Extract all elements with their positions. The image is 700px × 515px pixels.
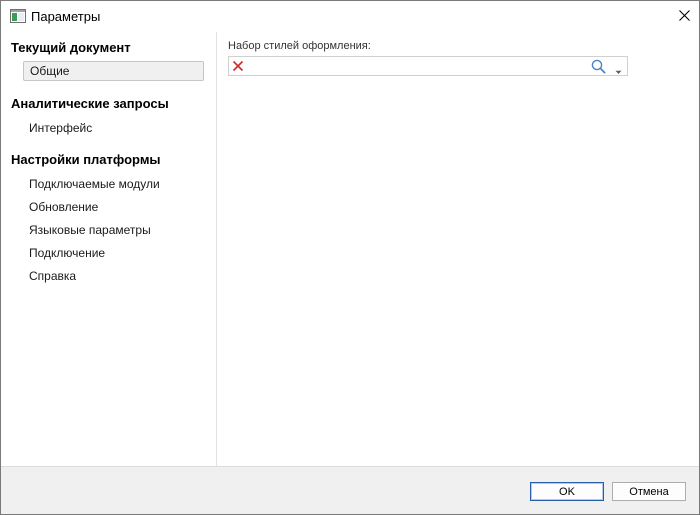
nav-item-language-settings[interactable]: Языковые параметры [23, 220, 204, 240]
search-icon[interactable] [591, 59, 606, 74]
settings-content: Набор стилей оформления: [217, 32, 699, 466]
close-icon [678, 9, 690, 24]
app-window-icon [10, 9, 26, 23]
title-bar: Параметры [1, 1, 699, 32]
cancel-button[interactable]: Отмена [612, 482, 686, 501]
close-button[interactable] [669, 1, 699, 32]
nav-item-update[interactable]: Обновление [23, 197, 204, 217]
style-set-label: Набор стилей оформления: [228, 40, 371, 52]
clear-value-icon[interactable] [232, 60, 244, 72]
section-header-platform-settings: Настройки платформы [11, 152, 161, 167]
section-header-analytic-queries: Аналитические запросы [11, 96, 169, 111]
chevron-down-icon[interactable] [615, 64, 622, 74]
settings-sidebar: Текущий документ Общие Аналитические зап… [1, 32, 217, 466]
window-title: Параметры [31, 9, 101, 24]
nav-item-help[interactable]: Справка [23, 266, 204, 286]
nav-item-connection[interactable]: Подключение [23, 243, 204, 263]
nav-item-interface[interactable]: Интерфейс [23, 118, 204, 138]
section-header-current-document: Текущий документ [11, 40, 131, 55]
settings-dialog: Параметры Текущий документ Общие Аналити… [0, 0, 700, 515]
style-set-combobox[interactable] [228, 56, 628, 76]
nav-item-general[interactable]: Общие [23, 61, 204, 81]
dialog-footer: OK Отмена [1, 466, 699, 514]
ok-button[interactable]: OK [530, 482, 604, 501]
nav-item-plugins[interactable]: Подключаемые модули [23, 174, 204, 194]
